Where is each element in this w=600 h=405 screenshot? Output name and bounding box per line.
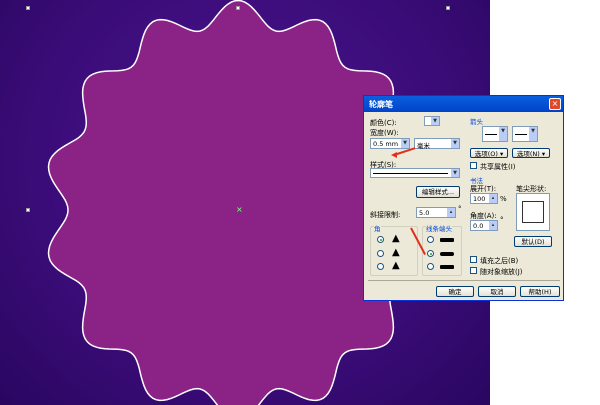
selection-handle[interactable] bbox=[26, 6, 30, 10]
cap-square-radio[interactable] bbox=[427, 263, 434, 270]
center-marker: × bbox=[236, 205, 243, 214]
miter-label: 斜接限制: bbox=[370, 211, 401, 219]
cap-butt-icon bbox=[440, 238, 454, 242]
dialog-title: 轮廓笔 bbox=[364, 96, 563, 112]
corner-group-label: 角 bbox=[374, 223, 381, 233]
angle-input[interactable]: 0.0 ▴ bbox=[470, 220, 498, 231]
selection-handle[interactable] bbox=[446, 6, 450, 10]
behind-fill-checkbox[interactable] bbox=[470, 256, 477, 263]
corner-bevel-icon: ▲ bbox=[392, 260, 400, 271]
end-options-button[interactable]: 选项(N) ▾ bbox=[512, 148, 550, 158]
cap-round-icon bbox=[440, 252, 454, 256]
color-label: 颜色(C): bbox=[370, 119, 397, 127]
scale-with-image-checkbox[interactable] bbox=[470, 267, 477, 274]
nib-shape-preview[interactable] bbox=[516, 193, 550, 231]
corner-miter-radio[interactable] bbox=[377, 236, 384, 243]
line-cap-group-label: 线条端头 bbox=[426, 223, 452, 233]
default-button[interactable]: 默认(D) bbox=[514, 236, 552, 247]
share-attr-label: 共享属性(I) bbox=[480, 163, 516, 171]
angle-degree-unit: ° bbox=[500, 216, 504, 224]
ok-button[interactable]: 确定 bbox=[436, 286, 474, 297]
end-arrow-select[interactable]: ▼ bbox=[512, 126, 538, 142]
miter-input[interactable]: 5.0 ▴ bbox=[416, 207, 456, 218]
width-label: 宽度(W): bbox=[370, 129, 399, 137]
close-button[interactable]: × bbox=[549, 98, 561, 110]
stretch-input[interactable]: 100 ▴ bbox=[470, 193, 498, 204]
width-select[interactable]: 0.5 mm ▼ bbox=[370, 138, 410, 149]
behind-fill-label: 填充之后(B) bbox=[480, 257, 519, 265]
start-options-button[interactable]: 选项(O) ▾ bbox=[470, 148, 508, 158]
cap-square-icon bbox=[440, 265, 454, 269]
degree-unit: ° bbox=[458, 205, 462, 213]
cap-butt-radio[interactable] bbox=[427, 236, 434, 243]
red-arrow-head bbox=[388, 152, 397, 158]
cap-round-radio[interactable] bbox=[427, 250, 434, 257]
selection-handle[interactable] bbox=[26, 208, 30, 212]
edit-style-button[interactable]: 编辑样式... bbox=[416, 186, 460, 198]
selection-handle[interactable] bbox=[236, 6, 240, 10]
corner-round-icon: ▲ bbox=[392, 247, 400, 258]
share-attr-checkbox[interactable] bbox=[470, 162, 477, 169]
scale-with-image-label: 随对象缩放(J) bbox=[480, 268, 523, 276]
style-select[interactable]: ▼ bbox=[370, 168, 460, 178]
outline-pen-dialog: 轮廓笔 × 颜色(C): ▼ 宽度(W): 0.5 mm ▼ 毫米 ▼ 样式(S):… bbox=[363, 95, 564, 301]
arrow-group-label: 箭头 bbox=[470, 118, 483, 126]
help-button[interactable]: 帮助(H) bbox=[520, 286, 560, 297]
start-arrow-select[interactable]: ▼ bbox=[482, 126, 508, 142]
color-picker[interactable]: ▼ bbox=[424, 116, 440, 126]
corner-round-radio[interactable] bbox=[377, 250, 384, 257]
unit-select[interactable]: 毫米 ▼ bbox=[414, 138, 460, 150]
corner-bevel-radio[interactable] bbox=[377, 263, 384, 270]
corner-miter-icon: ▲ bbox=[392, 233, 400, 244]
cancel-button[interactable]: 取消 bbox=[478, 286, 516, 297]
percent-unit: % bbox=[500, 195, 507, 203]
